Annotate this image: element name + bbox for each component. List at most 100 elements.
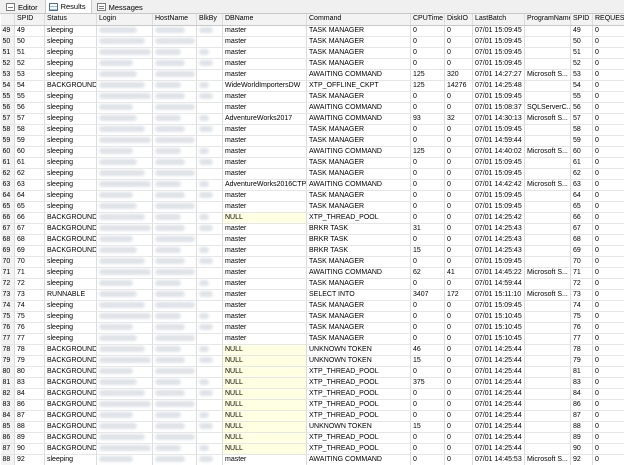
cell-hostname[interactable]: [152, 377, 197, 389]
cell-hostname[interactable]: [152, 135, 197, 147]
cell-spid[interactable]: 89: [14, 432, 45, 444]
cell-requestid[interactable]: 0: [592, 377, 624, 389]
cell-spid[interactable]: 77: [570, 333, 593, 345]
cell-programname[interactable]: [524, 443, 571, 455]
cell-blkby[interactable]: [196, 421, 223, 433]
cell-login[interactable]: [96, 124, 153, 136]
cell-programname[interactable]: [524, 47, 571, 59]
cell-hostname[interactable]: [152, 234, 197, 246]
cell-status[interactable]: RUNNABLE: [44, 289, 97, 301]
cell-requestid[interactable]: 0: [592, 278, 624, 290]
cell-dbname[interactable]: master: [222, 333, 307, 345]
cell-lastbatch[interactable]: 07/01 14:25:44: [472, 410, 525, 422]
cell-programname[interactable]: [524, 432, 571, 444]
cell-diskio[interactable]: 0: [444, 25, 473, 37]
cell-spid[interactable]: 92: [570, 454, 593, 465]
cell-command[interactable]: TASK MANAGER: [306, 190, 411, 202]
row-number[interactable]: 49: [0, 25, 15, 37]
cell-spid[interactable]: 64: [14, 190, 45, 202]
cell-requestid[interactable]: 0: [592, 333, 624, 345]
cell-dbname[interactable]: master: [222, 58, 307, 70]
cell-cputime[interactable]: 0: [410, 410, 445, 422]
cell-diskio[interactable]: 0: [444, 179, 473, 191]
cell-hostname[interactable]: [152, 223, 197, 235]
cell-login[interactable]: [96, 267, 153, 279]
cell-hostname[interactable]: [152, 311, 197, 323]
cell-dbname[interactable]: master: [222, 135, 307, 147]
cell-cputime[interactable]: 0: [410, 179, 445, 191]
cell-command[interactable]: TASK MANAGER: [306, 135, 411, 147]
cell-diskio[interactable]: 0: [444, 102, 473, 114]
row-number[interactable]: 56: [0, 102, 15, 114]
cell-spid[interactable]: 92: [14, 454, 45, 465]
row-number[interactable]: 54: [0, 80, 15, 92]
cell-diskio[interactable]: 0: [444, 223, 473, 235]
cell-command[interactable]: TASK MANAGER: [306, 47, 411, 59]
cell-dbname[interactable]: NULL: [222, 388, 307, 400]
cell-cputime[interactable]: 0: [410, 25, 445, 37]
cell-spid[interactable]: 66: [570, 212, 593, 224]
cell-diskio[interactable]: 0: [444, 168, 473, 180]
cell-command[interactable]: TASK MANAGER: [306, 91, 411, 103]
cell-login[interactable]: [96, 135, 153, 147]
cell-diskio[interactable]: 0: [444, 366, 473, 378]
cell-status[interactable]: sleeping: [44, 113, 97, 125]
cell-requestid[interactable]: 0: [592, 355, 624, 367]
cell-spid[interactable]: 90: [14, 443, 45, 455]
cell-programname[interactable]: Microsoft S...: [524, 113, 571, 125]
cell-lastbatch[interactable]: 07/01 15:09:45: [472, 300, 525, 312]
cell-spid[interactable]: 69: [570, 245, 593, 257]
cell-blkby[interactable]: [196, 333, 223, 345]
cell-dbname[interactable]: master: [222, 311, 307, 323]
cell-programname[interactable]: [524, 333, 571, 345]
cell-spid[interactable]: 63: [570, 179, 593, 191]
row-number[interactable]: 82: [0, 388, 15, 400]
cell-spid[interactable]: 51: [570, 47, 593, 59]
tab-messages[interactable]: Messages: [93, 0, 149, 13]
cell-status[interactable]: sleeping: [44, 267, 97, 279]
cell-status[interactable]: BACKGROUND: [44, 234, 97, 246]
cell-login[interactable]: [96, 80, 153, 92]
table-row[interactable]: 66 66 BACKGROUND NULL XTP_THREAD_POOL 0 0 07/01…: [0, 212, 624, 224]
cell-command[interactable]: AWAITING COMMAND: [306, 69, 411, 81]
cell-cputime[interactable]: 93: [410, 113, 445, 125]
table-row[interactable]: 81 83 BACKGROUND NULL XTP_THREAD_POOL 375 0 07/…: [0, 377, 624, 389]
cell-cputime[interactable]: 0: [410, 256, 445, 268]
cell-dbname[interactable]: NULL: [222, 410, 307, 422]
cell-requestid[interactable]: 0: [592, 245, 624, 257]
column-header-dbname[interactable]: DBName: [222, 14, 307, 26]
cell-diskio[interactable]: 0: [444, 388, 473, 400]
cell-login[interactable]: [96, 69, 153, 81]
cell-login[interactable]: [96, 388, 153, 400]
column-header-lastbatch[interactable]: LastBatch: [472, 14, 525, 26]
cell-blkby[interactable]: [196, 80, 223, 92]
cell-spid[interactable]: 52: [14, 58, 45, 70]
cell-dbname[interactable]: master: [222, 289, 307, 301]
cell-programname[interactable]: SQLServerC...: [524, 102, 571, 114]
cell-spid[interactable]: 78: [570, 344, 593, 356]
table-row[interactable]: 77 77 sleeping master TASK MANAGER 0 0 07/01 15…: [0, 333, 624, 345]
cell-blkby[interactable]: [196, 256, 223, 268]
cell-command[interactable]: SELECT INTO: [306, 289, 411, 301]
cell-requestid[interactable]: 0: [592, 388, 624, 400]
cell-diskio[interactable]: 0: [444, 256, 473, 268]
cell-dbname[interactable]: master: [222, 36, 307, 48]
cell-command[interactable]: UNKNOWN TOKEN: [306, 344, 411, 356]
table-row[interactable]: 86 89 BACKGROUND NULL XTP_THREAD_POOL 0 0 07/01…: [0, 432, 624, 444]
table-row[interactable]: 67 67 BACKGROUND master BRKR TASK 31 0 07/01 14…: [0, 223, 624, 235]
cell-spid[interactable]: 58: [570, 124, 593, 136]
cell-diskio[interactable]: 0: [444, 355, 473, 367]
cell-spid[interactable]: 55: [570, 91, 593, 103]
cell-spid[interactable]: 84: [14, 388, 45, 400]
cell-dbname[interactable]: master: [222, 454, 307, 465]
cell-spid[interactable]: 50: [570, 36, 593, 48]
cell-lastbatch[interactable]: 07/01 14:25:44: [472, 366, 525, 378]
cell-diskio[interactable]: 0: [444, 421, 473, 433]
cell-cputime[interactable]: 3407: [410, 289, 445, 301]
cell-command[interactable]: AWAITING COMMAND: [306, 454, 411, 465]
cell-dbname[interactable]: WideWorldImportersDW: [222, 80, 307, 92]
cell-diskio[interactable]: 32: [444, 113, 473, 125]
cell-diskio[interactable]: 0: [444, 377, 473, 389]
cell-blkby[interactable]: [196, 201, 223, 213]
cell-requestid[interactable]: 0: [592, 47, 624, 59]
